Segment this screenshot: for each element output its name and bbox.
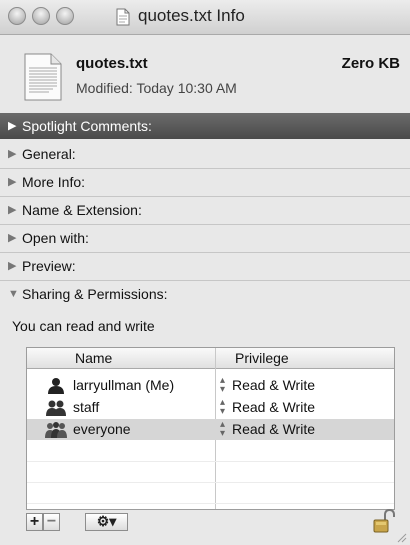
privilege-popup[interactable]: Read & Write [232, 421, 315, 437]
close-button[interactable] [8, 7, 26, 25]
minimize-button[interactable] [32, 7, 50, 25]
permissions-table[interactable]: Name Privilege larryullman (Me) ▴ ▾ Read … [26, 347, 395, 510]
popup-arrows-icon[interactable]: ▴ ▾ [220, 420, 225, 439]
disclosure-triangle-open-icon[interactable]: ▼ [8, 281, 19, 308]
section-general[interactable]: ▶ General: [0, 141, 410, 169]
disclosure-triangle-icon[interactable]: ▶ [8, 113, 16, 139]
column-header-name[interactable]: Name [75, 350, 112, 366]
section-sharing-permissions[interactable]: ▼ Sharing & Permissions: [0, 281, 410, 308]
info-window: quotes.txt Info quotes.txt Modified: Tod… [0, 0, 410, 545]
user-name: everyone [73, 421, 131, 437]
single-user-icon [48, 378, 64, 394]
lock-icon[interactable] [373, 509, 395, 533]
file-modified-date: Modified: Today 10:30 AM [76, 80, 237, 96]
row-separator [27, 482, 394, 483]
group-icon [46, 400, 66, 416]
table-row[interactable]: staff ▴ ▾ Read & Write [27, 397, 394, 418]
section-label: Open with: [22, 230, 89, 246]
disclosure-triangle-icon[interactable]: ▶ [8, 225, 16, 252]
file-name: quotes.txt [76, 55, 148, 72]
disclosure-triangle-icon[interactable]: ▶ [8, 253, 16, 280]
zoom-button[interactable] [56, 7, 74, 25]
action-menu-button[interactable]: ⚙▾ [85, 513, 128, 531]
row-separator [27, 461, 394, 462]
add-user-button[interactable]: + [26, 513, 43, 531]
remove-user-button[interactable]: − [43, 513, 60, 531]
section-label: Name & Extension: [22, 202, 142, 218]
file-header: quotes.txt Modified: Today 10:30 AM Zero… [0, 35, 410, 111]
section-label: Sharing & Permissions: [22, 286, 168, 302]
user-name: staff [73, 399, 100, 415]
section-label: More Info: [22, 174, 86, 190]
section-label: Spotlight Comments: [22, 118, 152, 134]
section-label: Preview: [22, 258, 76, 274]
disclosure-triangle-icon[interactable]: ▶ [8, 197, 16, 224]
text-document-icon [24, 53, 62, 101]
column-header-privilege[interactable]: Privilege [235, 350, 289, 366]
popup-arrows-icon[interactable]: ▴ ▾ [220, 398, 225, 417]
resize-grip-icon[interactable] [396, 532, 407, 543]
window-title: quotes.txt Info [138, 6, 245, 25]
disclosure-triangle-icon[interactable]: ▶ [8, 169, 16, 196]
table-header: Name Privilege [27, 348, 394, 369]
popup-arrows-icon[interactable]: ▴ ▾ [220, 376, 225, 395]
file-size: Zero KB [341, 55, 400, 72]
everyone-group-icon [45, 422, 67, 438]
table-row[interactable]: larryullman (Me) ▴ ▾ Read & Write [27, 375, 394, 396]
permission-summary: You can read and write [12, 318, 155, 334]
title-bar[interactable]: quotes.txt Info [0, 0, 410, 35]
section-preview[interactable]: ▶ Preview: [0, 253, 410, 281]
section-label: General: [22, 146, 76, 162]
section-open-with[interactable]: ▶ Open with: [0, 225, 410, 253]
user-name: larryullman (Me) [73, 377, 175, 393]
section-spotlight-comments[interactable]: ▶ Spotlight Comments: [0, 113, 410, 139]
section-more-info[interactable]: ▶ More Info: [0, 169, 410, 197]
document-icon [116, 8, 130, 26]
row-separator [27, 503, 394, 504]
privilege-popup[interactable]: Read & Write [232, 377, 315, 393]
table-row-selected[interactable]: everyone ▴ ▾ Read & Write [27, 419, 394, 440]
disclosure-triangle-icon[interactable]: ▶ [8, 141, 16, 168]
privilege-popup[interactable]: Read & Write [232, 399, 315, 415]
section-name-extension[interactable]: ▶ Name & Extension: [0, 197, 410, 225]
